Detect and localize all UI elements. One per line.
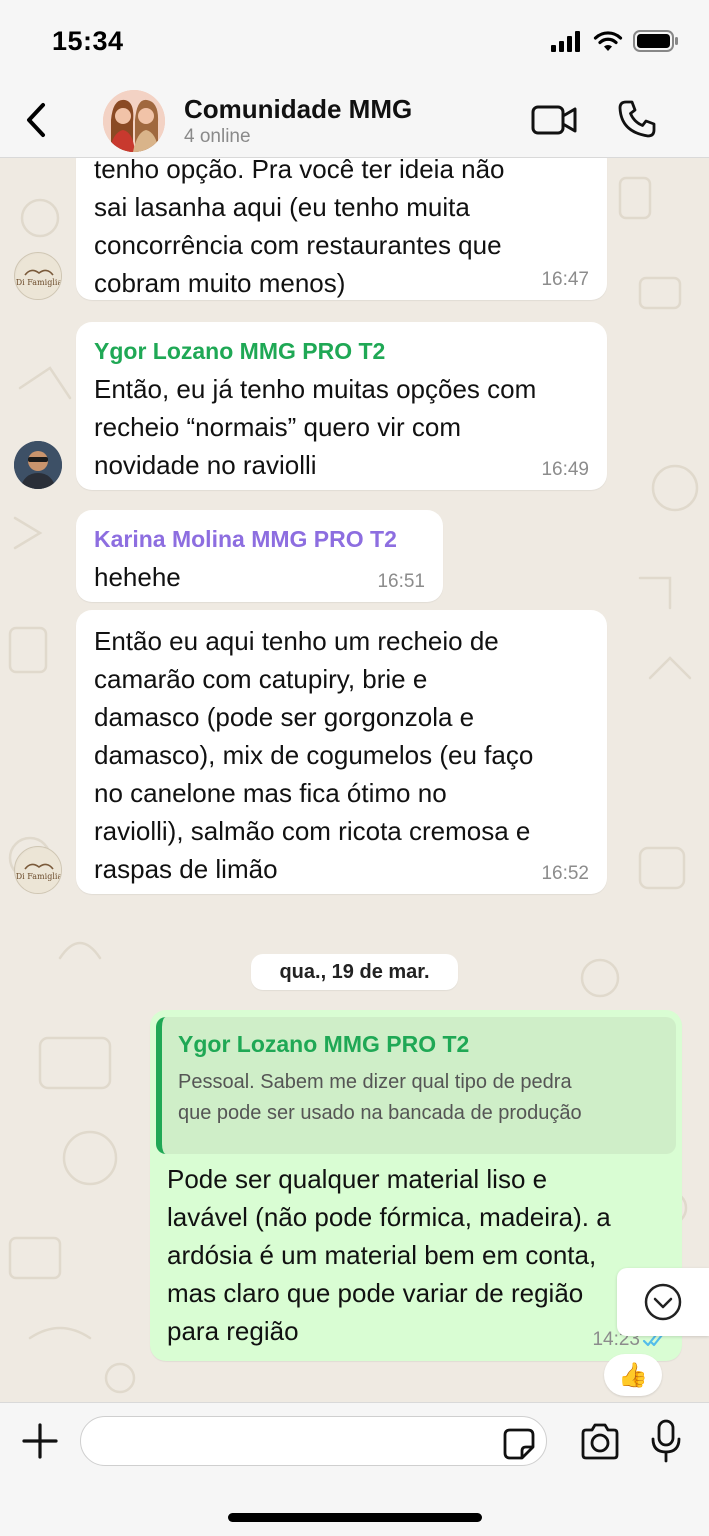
reaction-badge[interactable]: 👍 <box>604 1354 662 1396</box>
message-time: 16:47 <box>541 269 589 290</box>
svg-text:Di Famiglia: Di Famiglia <box>16 872 62 881</box>
online-status: 4 online <box>184 126 251 147</box>
camera-button[interactable] <box>579 1423 621 1461</box>
sticker-icon <box>503 1428 535 1460</box>
microphone-button[interactable] <box>650 1419 682 1463</box>
composer-bar <box>0 1402 709 1536</box>
video-call-button[interactable] <box>531 102 579 138</box>
plus-icon <box>22 1423 58 1459</box>
message-time: 16:52 <box>541 863 589 884</box>
sender-name[interactable]: Ygor Lozano MMG PRO T2 <box>94 336 589 366</box>
phone-icon <box>618 100 656 138</box>
back-button[interactable] <box>18 98 54 142</box>
sender-avatar[interactable] <box>14 441 62 489</box>
voice-call-button[interactable] <box>617 99 657 139</box>
user-photo-icon <box>14 441 62 489</box>
message-bubble[interactable]: Ygor Lozano MMG PRO T2 Então, eu já tenh… <box>76 322 607 490</box>
message-text: hehehe <box>94 562 181 592</box>
signal-icon <box>551 31 580 52</box>
chevron-left-icon <box>27 103 45 137</box>
quoted-text: Pessoal. Sabem me dizer qual tipo de ped… <box>178 1071 582 1124</box>
message-text: Então eu aqui tenho um recheio de camarã… <box>94 626 534 884</box>
date-divider: qua., 19 de mar. <box>251 954 458 990</box>
outgoing-message-bubble[interactable]: Ygor Lozano MMG PRO T2 Pessoal. Sabem me… <box>150 1010 682 1361</box>
wifi-icon <box>593 31 623 51</box>
battery-icon <box>633 30 678 52</box>
sticker-button[interactable] <box>502 1427 536 1461</box>
message-bubble[interactable]: tenho opção. Pra você ter ideia não sai … <box>76 158 607 300</box>
quoted-message[interactable]: Ygor Lozano MMG PRO T2 Pessoal. Sabem me… <box>156 1017 676 1154</box>
camera-icon <box>581 1423 619 1460</box>
quoted-sender: Ygor Lozano MMG PRO T2 <box>178 1031 470 1057</box>
message-text: tenho opção. Pra você ter ideia não sai … <box>94 158 505 298</box>
message-bubble[interactable]: Então eu aqui tenho um recheio de camarã… <box>76 610 607 894</box>
microphone-icon <box>651 1419 681 1463</box>
svg-text:Di Famiglia: Di Famiglia <box>16 278 62 287</box>
status-time: 15:34 <box>52 26 124 56</box>
message-text: Pode ser qualquer material liso e laváve… <box>167 1164 611 1346</box>
message-time: 16:49 <box>541 459 589 480</box>
sender-avatar[interactable]: Di Famiglia <box>14 252 62 300</box>
group-photo-icon <box>103 90 165 152</box>
chat-area[interactable]: tenho opção. Pra você ter ideia não sai … <box>0 158 709 1402</box>
message-input-field[interactable] <box>80 1416 547 1466</box>
group-avatar[interactable] <box>103 90 165 152</box>
home-indicator[interactable] <box>228 1513 482 1522</box>
restaurant-logo-icon: Di Famiglia <box>16 848 62 893</box>
message-text: Então, eu já tenho muitas opções com rec… <box>94 374 537 480</box>
sender-name[interactable]: Karina Molina MMG PRO T2 <box>94 524 425 554</box>
scroll-to-bottom-button[interactable] <box>617 1268 709 1336</box>
message-time: 16:51 <box>377 571 425 592</box>
message-input[interactable] <box>97 1427 497 1457</box>
chevron-down-circle-icon <box>644 1283 682 1321</box>
status-icons <box>551 30 679 52</box>
chat-header: Comunidade MMG 4 online <box>0 84 709 158</box>
sender-avatar[interactable]: Di Famiglia <box>14 846 62 894</box>
message-bubble[interactable]: Karina Molina MMG PRO T2 hehehe 16:51 <box>76 510 443 602</box>
status-bar: 15:34 <box>0 0 709 84</box>
attach-button[interactable] <box>20 1421 60 1461</box>
video-camera-icon <box>531 105 577 135</box>
group-title[interactable]: Comunidade MMG <box>184 94 412 125</box>
restaurant-logo-icon: Di Famiglia <box>16 254 62 299</box>
